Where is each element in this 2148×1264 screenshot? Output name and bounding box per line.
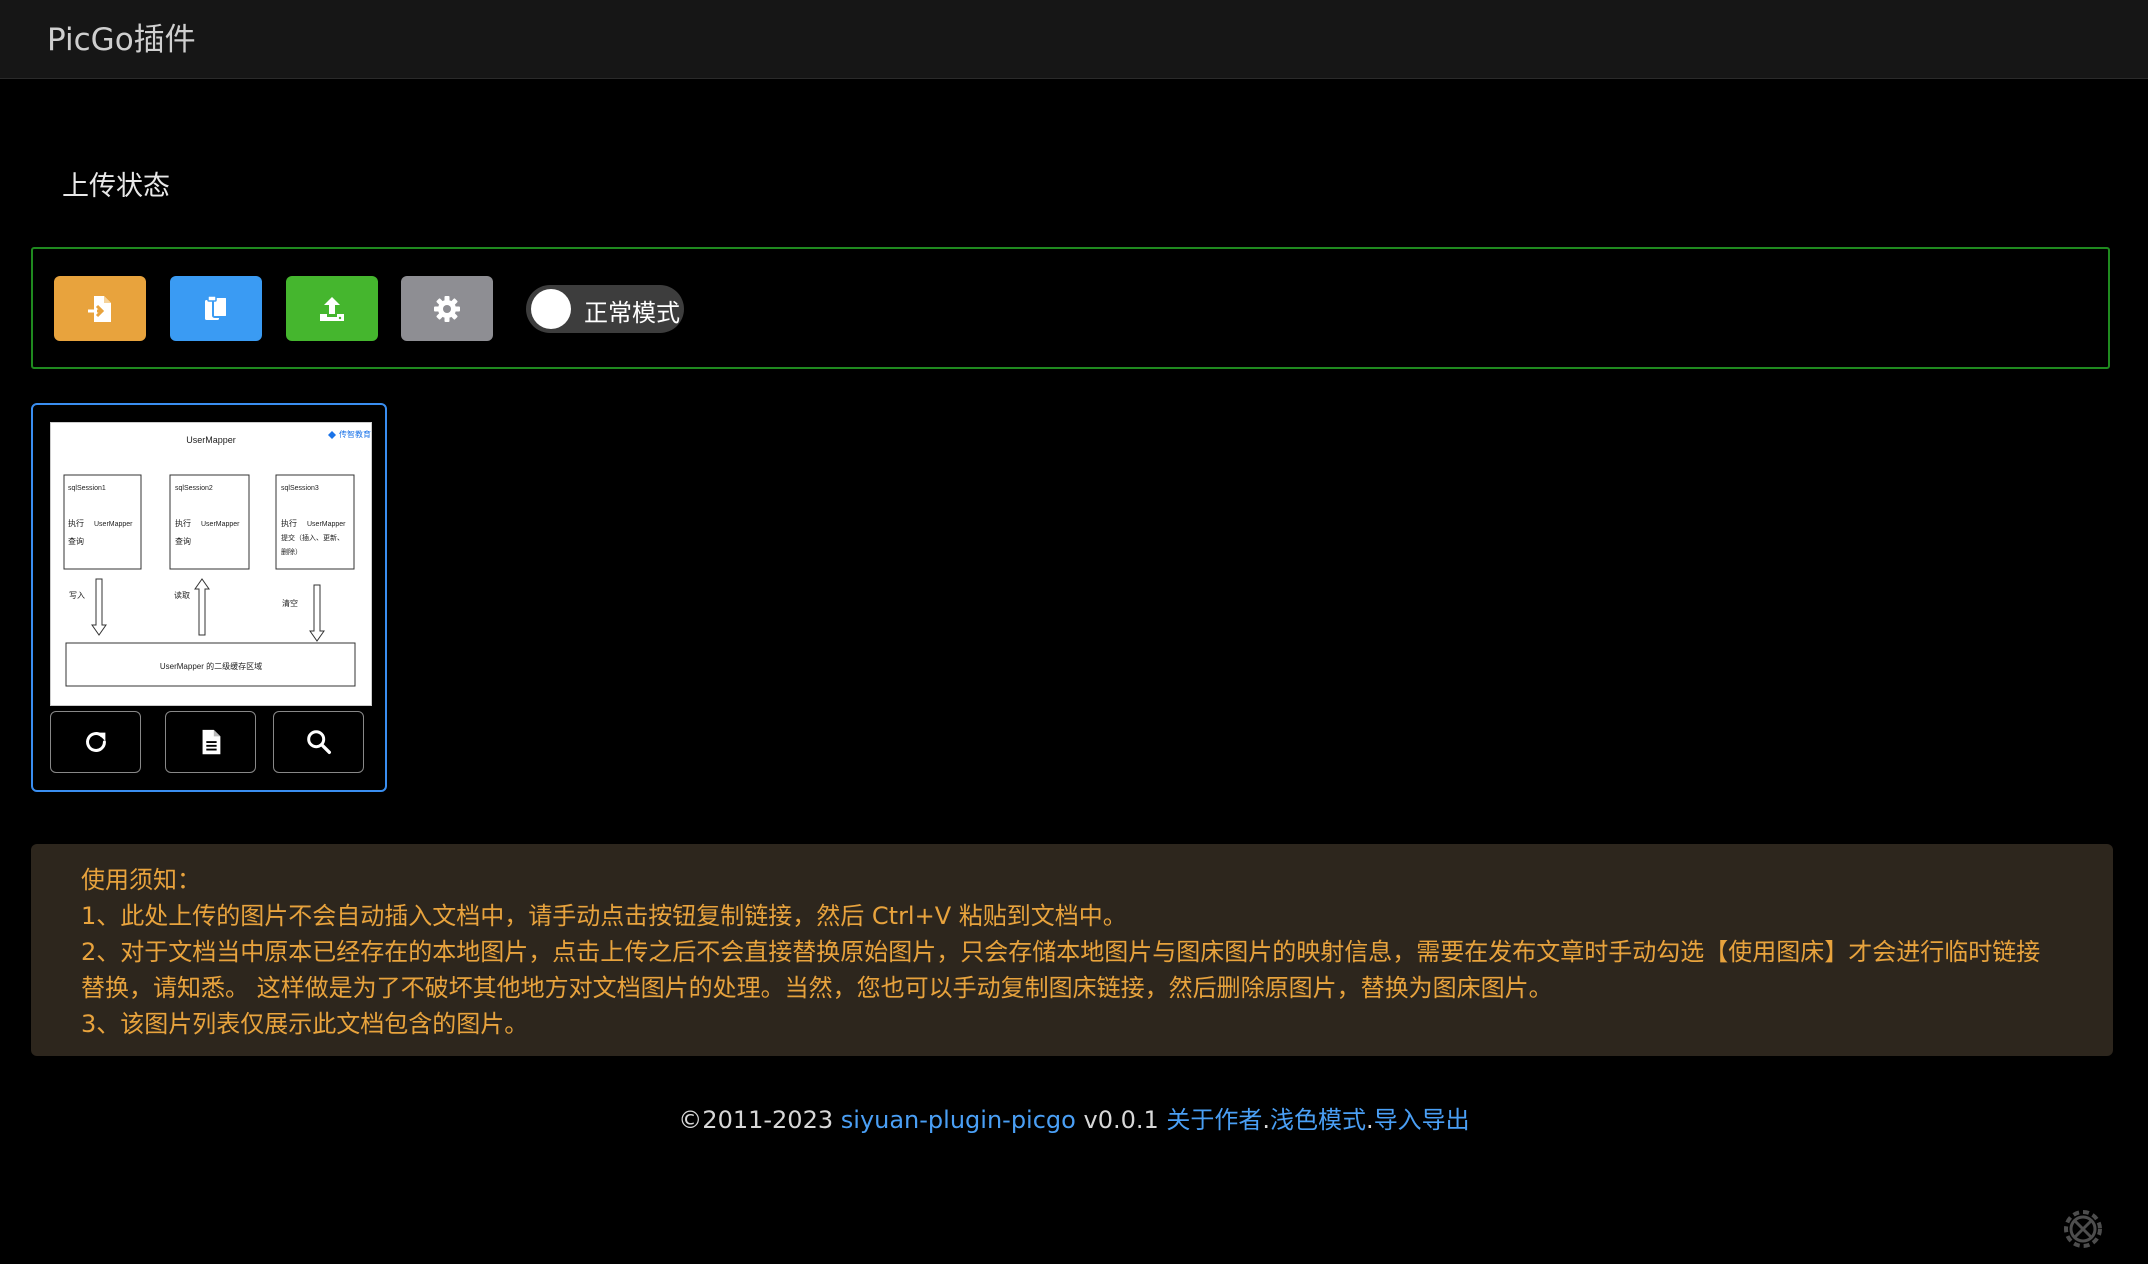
app-title: PicGo插件 [47, 22, 196, 58]
notice-line-2: 2、对于文档当中原本已经存在的本地图片，点击上传之后不会直接替换原始图片，只会存… [81, 938, 2041, 1002]
notice-heading: 使用须知： [81, 866, 201, 894]
session-3-line1b: UserMapper [307, 521, 346, 528]
project-link[interactable]: siyuan-plugin-picgo [841, 1106, 1076, 1134]
session-1-line1b: UserMapper [94, 521, 133, 528]
top-bar: PicGo插件 [0, 0, 2148, 79]
version-text: v0.0.1 [1083, 1106, 1159, 1134]
session-1-name: sqlSession1 [68, 485, 106, 492]
preview-button[interactable] [273, 711, 364, 773]
section-title: 上传状态 [62, 171, 170, 202]
session-1-line2: 查询 [68, 536, 84, 546]
document-icon [202, 729, 220, 755]
settings-button[interactable] [401, 276, 493, 341]
settings-gear-icon[interactable] [2058, 1204, 2108, 1254]
copy-markdown-button[interactable] [165, 711, 256, 773]
thumb-title: UserMapper [186, 435, 236, 445]
session-2-line1b: UserMapper [201, 521, 240, 528]
arrow-label-write: 写入 [69, 591, 85, 600]
refresh-button[interactable] [50, 711, 141, 773]
copyright-text: ©2011-2023 [678, 1106, 834, 1134]
notice-line-1: 1、此处上传的图片不会自动插入文档中，请手动点击按钮复制链接，然后 Ctrl+V… [81, 902, 1127, 930]
image-thumbnail[interactable]: UserMapper 传智教育 sqlSession1 执行 UserMappe… [50, 422, 372, 706]
session-2-line2: 查询 [175, 536, 191, 546]
thumb-logo: 传智教育 [339, 429, 371, 439]
image-card: UserMapper 传智教育 sqlSession1 执行 UserMappe… [31, 403, 387, 792]
gear-icon [434, 295, 460, 322]
mode-label: 正常模式 [584, 299, 680, 327]
copy-icon [205, 294, 228, 320]
session-1-line1: 执行 [68, 518, 84, 528]
upload-button[interactable] [286, 276, 378, 341]
session-3-line1: 执行 [281, 518, 297, 528]
footer-separator: . [1262, 1106, 1271, 1134]
light-mode-link[interactable]: 浅色模式 [1270, 1106, 1366, 1134]
insert-image-button[interactable] [54, 276, 146, 341]
toolbar: 正常模式 [31, 247, 2110, 369]
refresh-icon [85, 732, 106, 752]
copy-links-button[interactable] [170, 276, 262, 341]
thumb-bottom-box: UserMapper 的二级缓存区域 [160, 661, 262, 671]
session-3-line3: 删除） [281, 547, 302, 556]
mode-toggle[interactable]: 正常模式 [526, 285, 684, 333]
session-3-line2: 提交（插入、更新、 [281, 533, 344, 542]
search-icon [306, 730, 331, 754]
upload-icon [320, 296, 344, 321]
arrow-label-clear: 清空 [282, 598, 298, 608]
import-export-link[interactable]: 导入导出 [1374, 1106, 1470, 1134]
toggle-knob [531, 289, 571, 329]
about-author-link[interactable]: 关于作者 [1166, 1106, 1262, 1134]
footer-separator: . [1366, 1106, 1374, 1134]
usage-notice: 使用须知： 1、此处上传的图片不会自动插入文档中，请手动点击按钮复制链接，然后 … [31, 844, 2113, 1056]
notice-line-3: 3、该图片列表仅展示此文档包含的图片。 [81, 1010, 529, 1038]
footer: ©2011-2023 siyuan-plugin-picgo v0.0.1 关于… [0, 1100, 2148, 1135]
session-3-name: sqlSession3 [281, 485, 319, 492]
arrow-label-read: 读取 [174, 590, 190, 600]
session-2-line1: 执行 [175, 518, 191, 528]
session-2-name: sqlSession2 [175, 485, 213, 492]
file-import-icon [87, 295, 111, 322]
